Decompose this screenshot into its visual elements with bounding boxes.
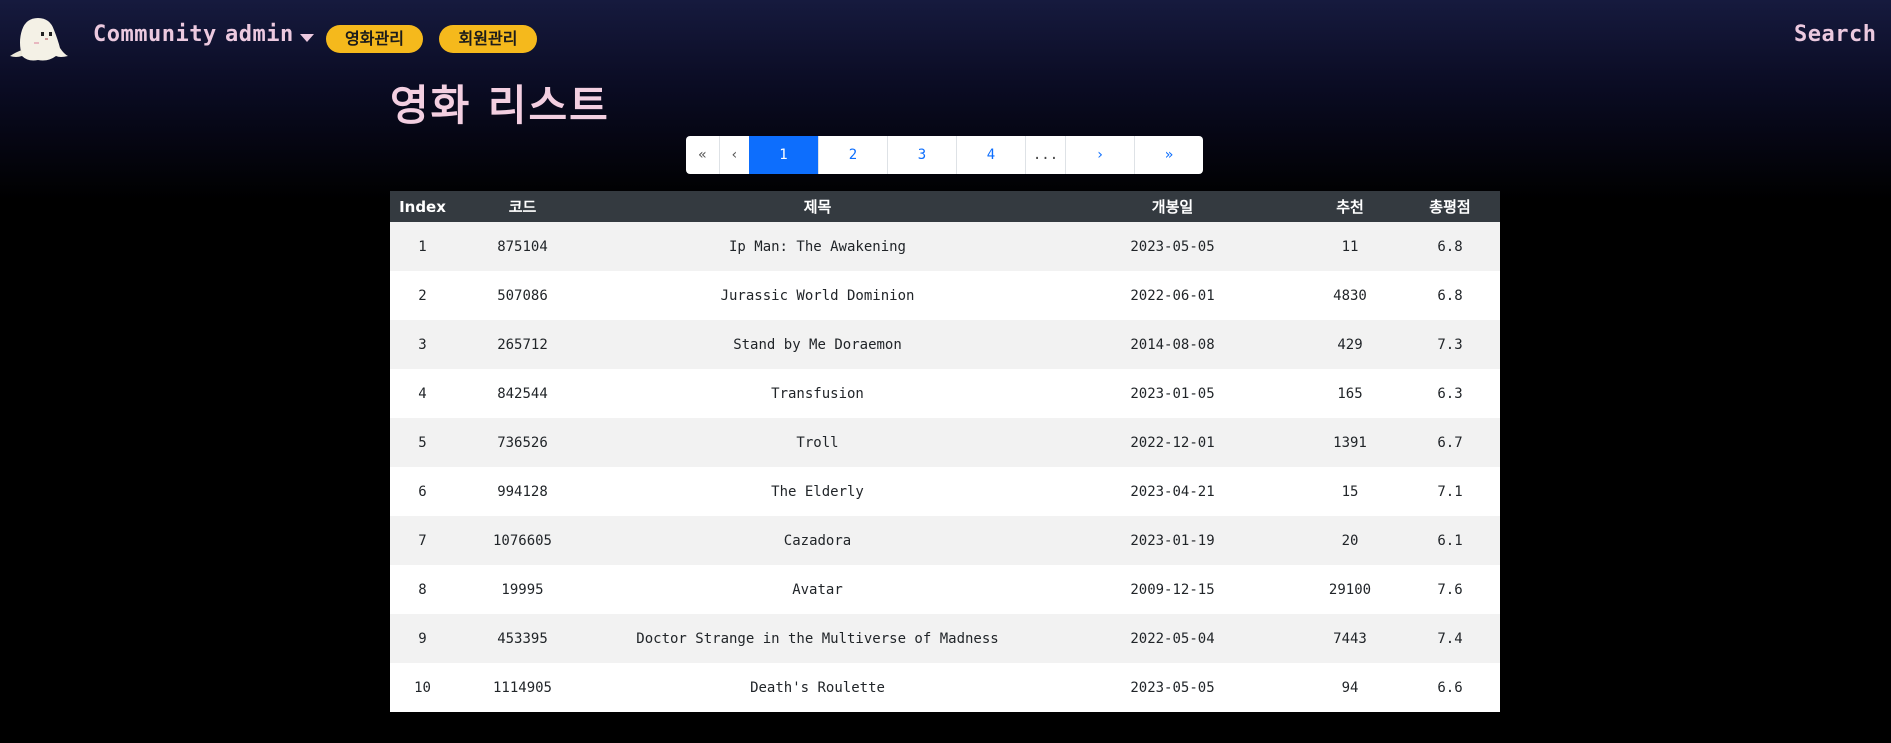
cell-recommend: 20: [1341, 532, 1359, 549]
cell-title[interactable]: Transfusion: [590, 369, 1045, 418]
table-row[interactable]: 6 994128 The Elderly 2023-04-21 15 7.1: [390, 467, 1500, 516]
cell-recommend: 94: [1341, 679, 1359, 696]
cell-code: 875104: [497, 238, 548, 255]
cell-rating: 7.1: [1437, 483, 1463, 500]
cell-title[interactable]: Avatar: [590, 565, 1045, 614]
table-row[interactable]: 5 736526 Troll 2022-12-01 1391 6.7: [390, 418, 1500, 467]
cell-code: 19995: [501, 581, 544, 598]
page-title: 영화 리스트: [390, 81, 610, 130]
cell-recommend: 165: [1337, 385, 1363, 402]
nav-community-link[interactable]: Community: [93, 22, 217, 47]
member-manage-button[interactable]: 회원관리: [439, 25, 537, 53]
cell-release-date: 2009-12-15: [1130, 581, 1215, 598]
cell-release-date: 2023-01-05: [1130, 385, 1215, 402]
movie-table-container: Index 코드 제목 개봉일 추천 총평점 1 875104 Ip Man: …: [390, 191, 1500, 712]
navbar: Community admin 영화관리 회원관리 Search: [0, 0, 1891, 76]
table-row[interactable]: 2 507086 Jurassic World Dominion 2022-06…: [390, 271, 1500, 320]
cell-release-date: 2022-06-01: [1130, 287, 1215, 304]
cell-release-date: 2023-01-19: [1130, 532, 1215, 549]
search-link[interactable]: Search: [1794, 22, 1876, 47]
cell-title[interactable]: Troll: [590, 418, 1045, 467]
table-row[interactable]: 9 453395 Doctor Strange in the Multivers…: [390, 614, 1500, 663]
table-row[interactable]: 10 1114905 Death's Roulette 2023-05-05 9…: [390, 663, 1500, 712]
cell-rating: 7.6: [1437, 581, 1463, 598]
cell-index: 2: [418, 287, 427, 304]
cell-title[interactable]: Stand by Me Doraemon: [590, 320, 1045, 369]
page-button-3[interactable]: 3: [887, 136, 956, 174]
cell-title[interactable]: Ip Man: The Awakening: [590, 222, 1045, 271]
cell-index: 8: [418, 581, 427, 598]
chevron-down-icon[interactable]: [300, 34, 314, 42]
ghost-logo-icon[interactable]: [8, 12, 68, 64]
cell-rating: 6.8: [1437, 287, 1463, 304]
table-header-row: Index 코드 제목 개봉일 추천 총평점: [390, 191, 1500, 222]
cell-release-date: 2023-05-05: [1130, 238, 1215, 255]
cell-code: 265712: [497, 336, 548, 353]
cell-index: 6: [418, 483, 427, 500]
cell-recommend: 429: [1337, 336, 1363, 353]
cell-recommend: 15: [1341, 483, 1359, 500]
cell-rating: 6.3: [1437, 385, 1463, 402]
table-row[interactable]: 8 19995 Avatar 2009-12-15 29100 7.6: [390, 565, 1500, 614]
cell-index: 9: [418, 630, 427, 647]
cell-release-date: 2023-04-21: [1130, 483, 1215, 500]
page-button-2[interactable]: 2: [818, 136, 887, 174]
cell-rating: 6.6: [1437, 679, 1463, 696]
cell-title[interactable]: Cazadora: [590, 516, 1045, 565]
cell-rating: 7.3: [1437, 336, 1463, 353]
cell-index: 5: [418, 434, 427, 451]
cell-rating: 6.1: [1437, 532, 1463, 549]
next-page-button[interactable]: ›: [1065, 136, 1134, 174]
cell-title[interactable]: Jurassic World Dominion: [590, 271, 1045, 320]
cell-rating: 6.8: [1437, 238, 1463, 255]
table-row[interactable]: 3 265712 Stand by Me Doraemon 2014-08-08…: [390, 320, 1500, 369]
header-index: Index: [399, 197, 446, 216]
page-button-1[interactable]: 1: [749, 136, 818, 174]
table-row[interactable]: 1 875104 Ip Man: The Awakening 2023-05-0…: [390, 222, 1500, 271]
table-row[interactable]: 7 1076605 Cazadora 2023-01-19 20 6.1: [390, 516, 1500, 565]
header-rating: 총평점: [1429, 198, 1471, 216]
movie-table: Index 코드 제목 개봉일 추천 총평점 1 875104 Ip Man: …: [390, 191, 1500, 712]
cell-index: 7: [418, 532, 427, 549]
cell-index: 4: [418, 385, 427, 402]
pagination: « ‹ 1 2 3 4 ... › »: [686, 136, 1203, 174]
cell-release-date: 2014-08-08: [1130, 336, 1215, 353]
cell-index: 3: [418, 336, 427, 353]
cell-code: 453395: [497, 630, 548, 647]
header-release-date: 개봉일: [1151, 198, 1194, 216]
cell-code: 736526: [497, 434, 548, 451]
cell-rating: 7.4: [1437, 630, 1463, 647]
cell-rating: 6.7: [1437, 434, 1463, 451]
cell-recommend: 11: [1341, 238, 1359, 255]
cell-index: 1: [418, 238, 427, 255]
prev-page-button[interactable]: ‹: [719, 136, 749, 174]
cell-title[interactable]: Doctor Strange in the Multiverse of Madn…: [590, 614, 1045, 663]
header-title: 제목: [803, 198, 832, 216]
cell-release-date: 2023-05-05: [1130, 679, 1215, 696]
header-recommend: 추천: [1336, 198, 1364, 216]
cell-recommend: 7443: [1333, 630, 1367, 647]
cell-title[interactable]: Death's Roulette: [590, 663, 1045, 712]
cell-recommend: 4830: [1333, 287, 1367, 304]
cell-code: 842544: [497, 385, 548, 402]
pagination-ellipsis: ...: [1025, 136, 1065, 174]
cell-recommend: 1391: [1333, 434, 1367, 451]
nav-admin-dropdown[interactable]: admin: [225, 22, 294, 47]
cell-release-date: 2022-12-01: [1130, 434, 1215, 451]
cell-code: 1114905: [492, 679, 552, 696]
table-row[interactable]: 4 842544 Transfusion 2023-01-05 165 6.3: [390, 369, 1500, 418]
first-page-button[interactable]: «: [686, 136, 719, 174]
cell-code: 507086: [497, 287, 548, 304]
cell-index: 10: [414, 679, 431, 696]
cell-recommend: 29100: [1328, 581, 1372, 598]
page-button-4[interactable]: 4: [956, 136, 1025, 174]
last-page-button[interactable]: »: [1134, 136, 1203, 174]
cell-title[interactable]: The Elderly: [590, 467, 1045, 516]
movie-manage-button[interactable]: 영화관리: [326, 25, 423, 53]
header-code: 코드: [508, 198, 537, 216]
cell-release-date: 2022-05-04: [1130, 630, 1215, 647]
cell-code: 994128: [497, 483, 548, 500]
cell-code: 1076605: [492, 532, 552, 549]
